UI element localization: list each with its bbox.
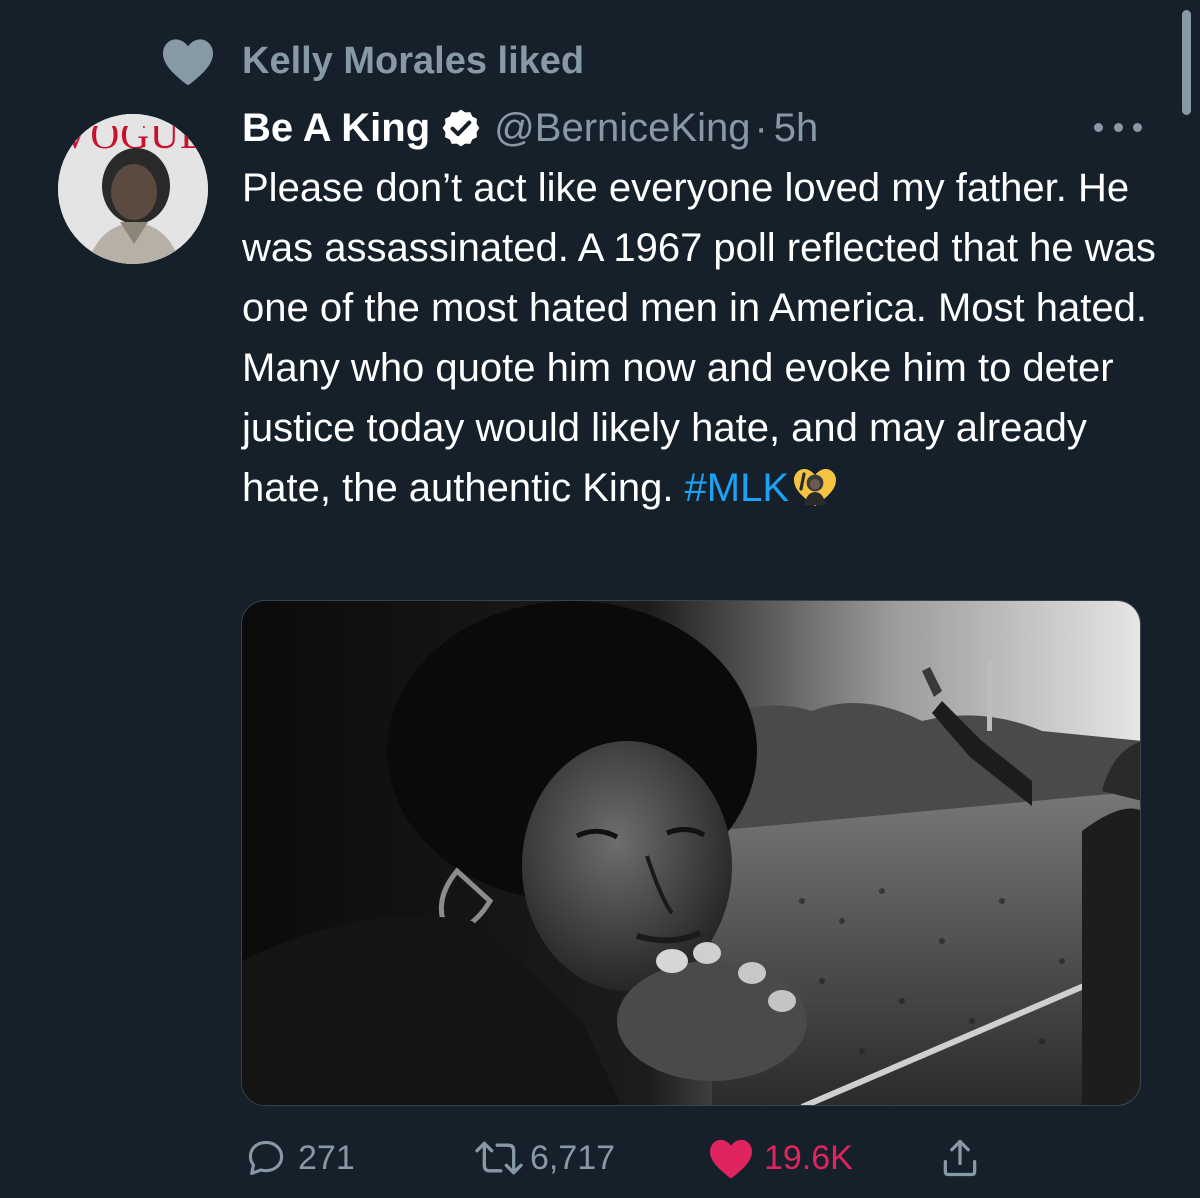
reply-button[interactable]: 271 xyxy=(244,1128,355,1188)
tweet-header: Be A King @BerniceKing · 5h xyxy=(242,100,818,156)
like-heart-icon xyxy=(710,1139,752,1179)
hashtag-link[interactable]: #MLK xyxy=(685,466,790,510)
tweet-text: Please don’t act like everyone loved my … xyxy=(242,158,1172,518)
retweet-button[interactable]: 6,717 xyxy=(470,1128,615,1188)
reply-count: 271 xyxy=(298,1139,355,1177)
handle[interactable]: @BerniceKing xyxy=(494,100,750,156)
avatar[interactable]: VOGUE xyxy=(58,114,208,264)
tweet-media-image[interactable] xyxy=(241,600,1141,1106)
share-icon xyxy=(943,1139,977,1177)
timestamp[interactable]: 5h xyxy=(774,100,819,156)
more-dot-icon xyxy=(1094,122,1103,132)
retweet-count: 6,717 xyxy=(530,1139,616,1177)
like-button[interactable]: 19.6K xyxy=(708,1128,853,1188)
more-options-button[interactable] xyxy=(1090,112,1146,142)
separator: · xyxy=(754,105,768,150)
avatar-image: VOGUE xyxy=(58,114,208,264)
verified-badge-icon xyxy=(442,109,480,147)
retweet-icon xyxy=(475,1141,523,1175)
tweet-action-bar: 271 6,717 19.6K xyxy=(0,1128,1200,1188)
tweet-body: Please don’t act like everyone loved my … xyxy=(242,166,1156,510)
scrollbar[interactable] xyxy=(1182,10,1191,115)
liked-by-text[interactable]: Kelly Morales liked xyxy=(242,38,584,84)
reply-icon xyxy=(248,1140,284,1175)
dreamer-emoji-icon xyxy=(794,469,837,506)
more-dot-icon xyxy=(1113,122,1123,132)
share-button[interactable] xyxy=(938,1128,982,1188)
photo xyxy=(242,601,1140,1105)
heart-icon xyxy=(163,39,213,85)
social-context: Kelly Morales liked xyxy=(160,36,584,86)
more-dot-icon xyxy=(1133,122,1142,132)
display-name[interactable]: Be A King xyxy=(242,100,430,156)
like-count: 19.6K xyxy=(764,1139,853,1177)
